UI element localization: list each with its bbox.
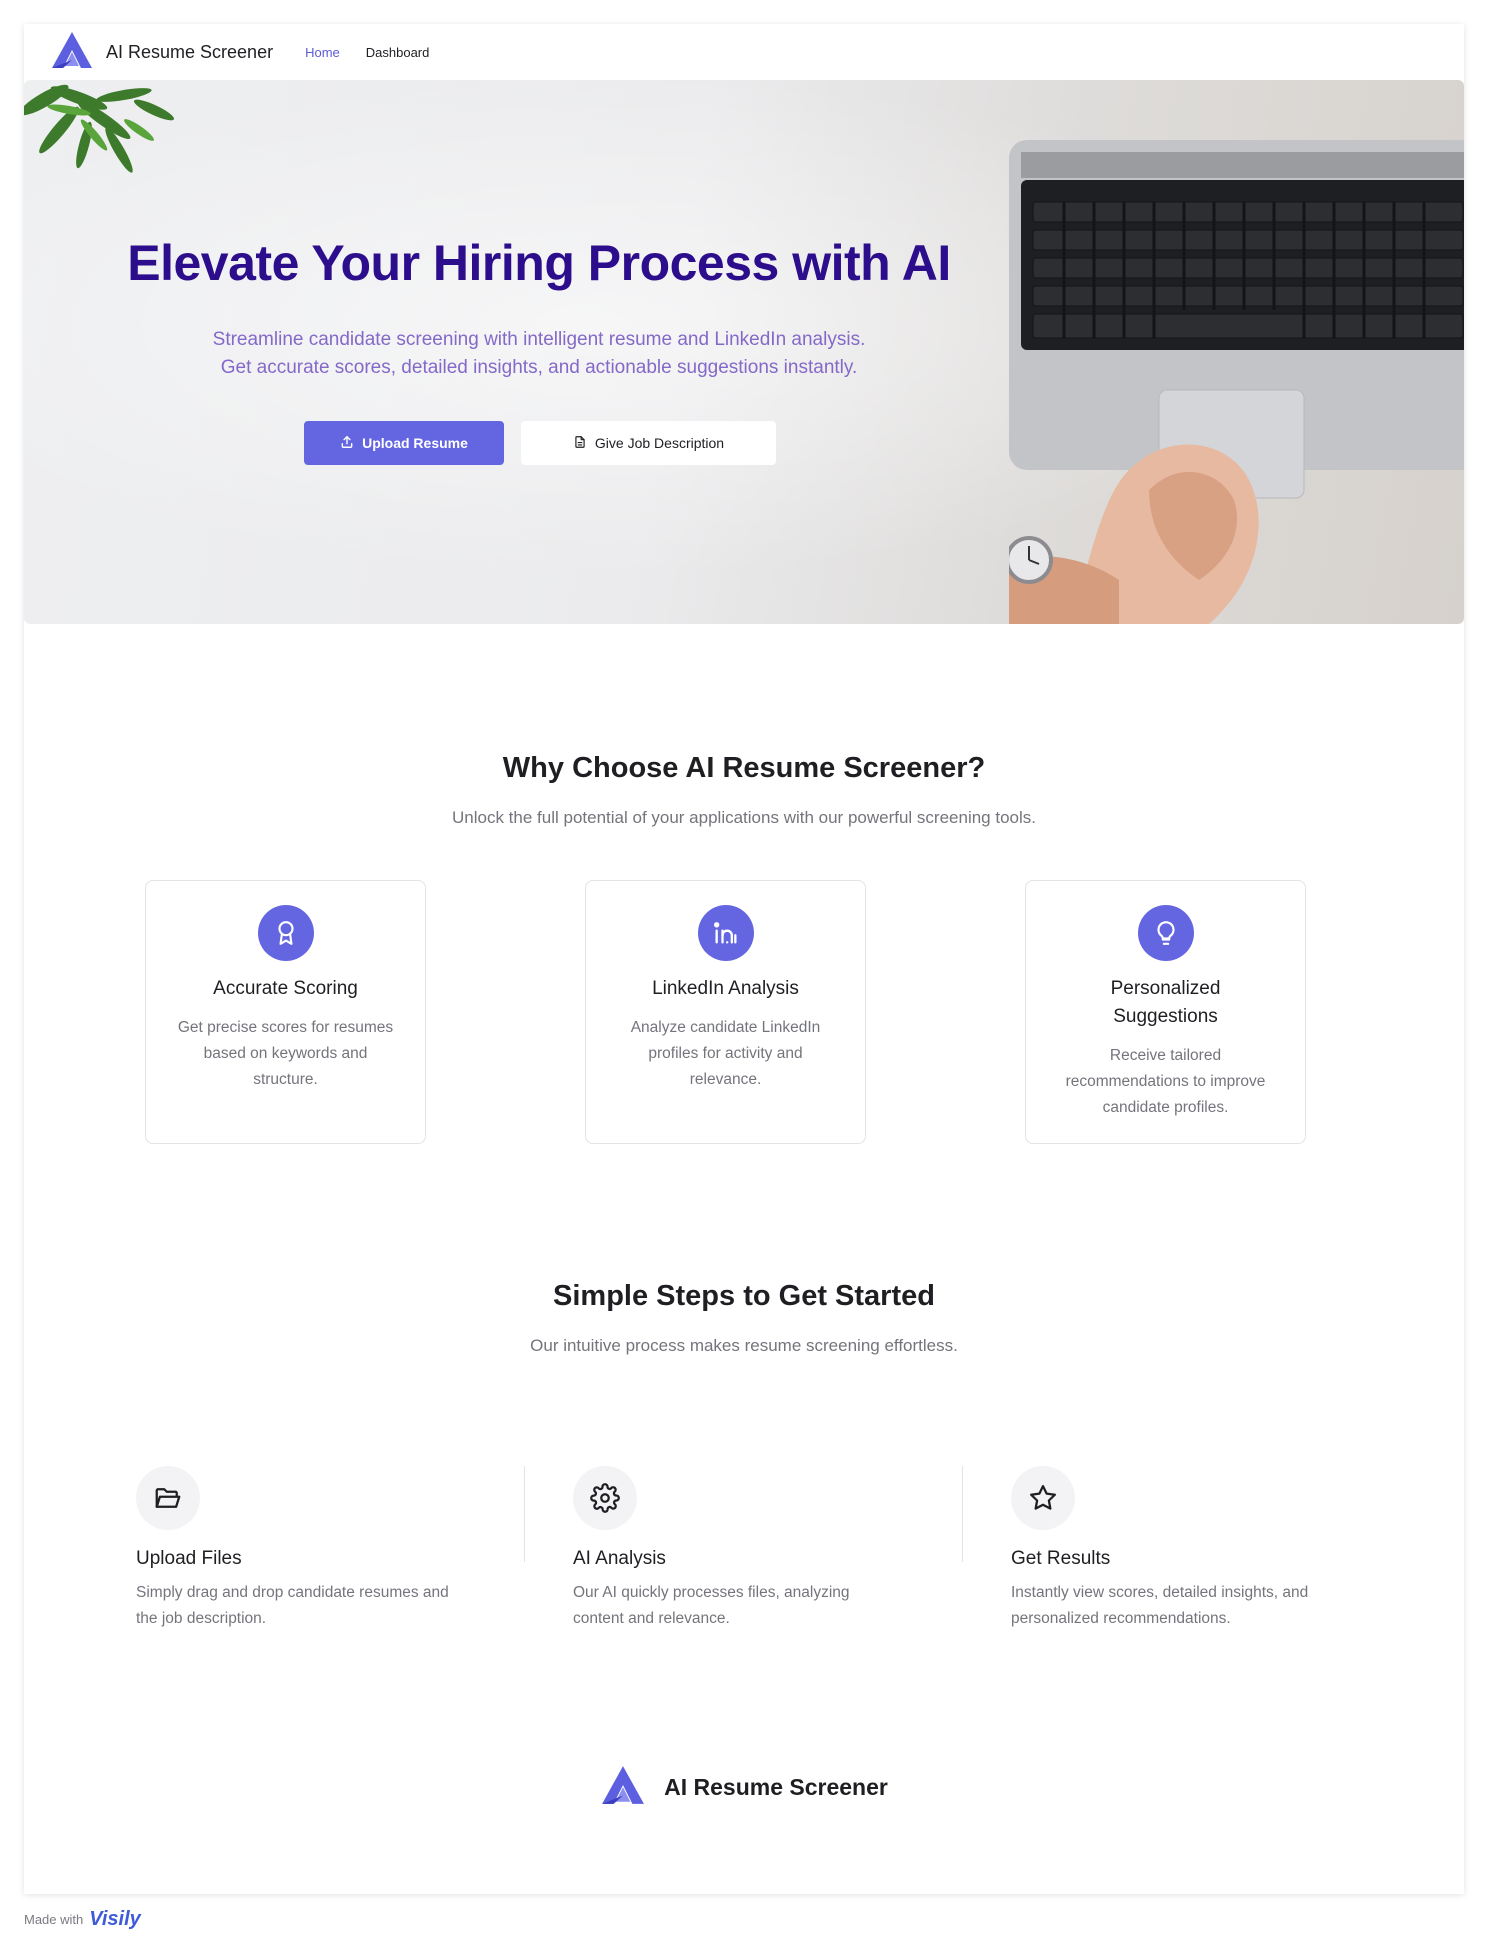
hero-subtitle-line-2: Get accurate scores, detailed insights, … — [220, 357, 858, 378]
lightbulb-icon — [1137, 905, 1194, 961]
gear-icon — [573, 1466, 637, 1530]
made-with-badge[interactable]: Made with Visily — [24, 1908, 141, 1931]
footer-brand: AI Resume Screener — [24, 1764, 1464, 1811]
card-description: Get precise scores for resumes based on … — [177, 1019, 394, 1088]
feature-card-personalized-suggestions: Personalized Suggestions Receive tailore… — [1025, 880, 1306, 1144]
upload-resume-button[interactable]: Upload Resume — [304, 421, 504, 465]
hero-banner: Elevate Your Hiring Process with AI Stre… — [24, 80, 1464, 624]
step-title: Upload Files — [136, 1548, 242, 1569]
step-divider — [524, 1466, 525, 1562]
visily-logo: Visily — [89, 1908, 141, 1930]
feature-card-linkedin-analysis: LinkedIn Analysis Analyze candidate Link… — [585, 880, 866, 1144]
steps-subtitle: Our intuitive process makes resume scree… — [530, 1336, 958, 1355]
step-description: Instantly view scores, detailed insights… — [1011, 1584, 1309, 1627]
step-get-results: Get Results Instantly view scores, detai… — [1011, 1466, 1341, 1632]
give-job-description-button[interactable]: Give Job Description — [521, 421, 776, 465]
hero-subtitle-line-1: Streamline candidate screening with inte… — [212, 329, 866, 350]
upload-resume-label: Upload Resume — [362, 435, 468, 451]
hero-title: Elevate Your Hiring Process with AI — [127, 235, 951, 291]
steps-title: Simple Steps to Get Started — [553, 1280, 935, 1312]
nav-links: Home Dashboard — [305, 45, 429, 60]
logo-icon — [50, 30, 94, 75]
nav-link-home[interactable]: Home — [305, 45, 340, 60]
made-with-label: Made with — [24, 1912, 84, 1927]
step-upload-files: Upload Files Simply drag and drop candid… — [136, 1466, 466, 1632]
card-title: Personalized Suggestions — [1110, 978, 1221, 1027]
step-title: Get Results — [1011, 1548, 1111, 1569]
award-icon — [257, 905, 314, 961]
page: AI Resume Screener Home Dashboard Elevat… — [24, 24, 1464, 1894]
step-description: Our AI quickly processes files, analyzin… — [573, 1584, 850, 1627]
top-nav: AI Resume Screener Home Dashboard — [24, 24, 1464, 80]
brand-name: AI Resume Screener — [106, 41, 274, 62]
laptop-image — [1009, 140, 1464, 624]
features-title: Why Choose AI Resume Screener? — [502, 752, 986, 784]
step-title: AI Analysis — [573, 1548, 666, 1569]
card-title: LinkedIn Analysis — [652, 978, 799, 999]
step-ai-analysis: AI Analysis Our AI quickly processes fil… — [573, 1466, 903, 1632]
footer-brand-name: AI Resume Screener — [664, 1774, 888, 1800]
features-subtitle: Unlock the full potential of your applic… — [452, 808, 1036, 827]
card-title: Accurate Scoring — [213, 978, 358, 999]
upload-icon — [340, 435, 354, 452]
feature-card-accurate-scoring: Accurate Scoring Get precise scores for … — [145, 880, 426, 1144]
plant-image — [24, 84, 175, 173]
document-icon — [573, 435, 587, 452]
step-description: Simply drag and drop candidate resumes a… — [136, 1584, 449, 1627]
hero-subtitle: Streamline candidate screening with inte… — [24, 326, 1054, 382]
linkedin-icon — [697, 905, 754, 961]
nav-link-dashboard[interactable]: Dashboard — [366, 45, 430, 60]
step-divider — [962, 1466, 963, 1562]
footer-logo-icon — [600, 1764, 646, 1811]
hero-actions: Upload Resume Give Job Description — [304, 421, 776, 465]
give-job-description-label: Give Job Description — [594, 435, 725, 451]
brand[interactable]: AI Resume Screener — [50, 30, 273, 75]
card-description: Analyze candidate LinkedIn profiles for … — [630, 1019, 821, 1088]
card-description: Receive tailored recommendations to impr… — [1065, 1047, 1266, 1116]
star-icon — [1011, 1466, 1075, 1530]
folder-open-icon — [136, 1466, 200, 1530]
